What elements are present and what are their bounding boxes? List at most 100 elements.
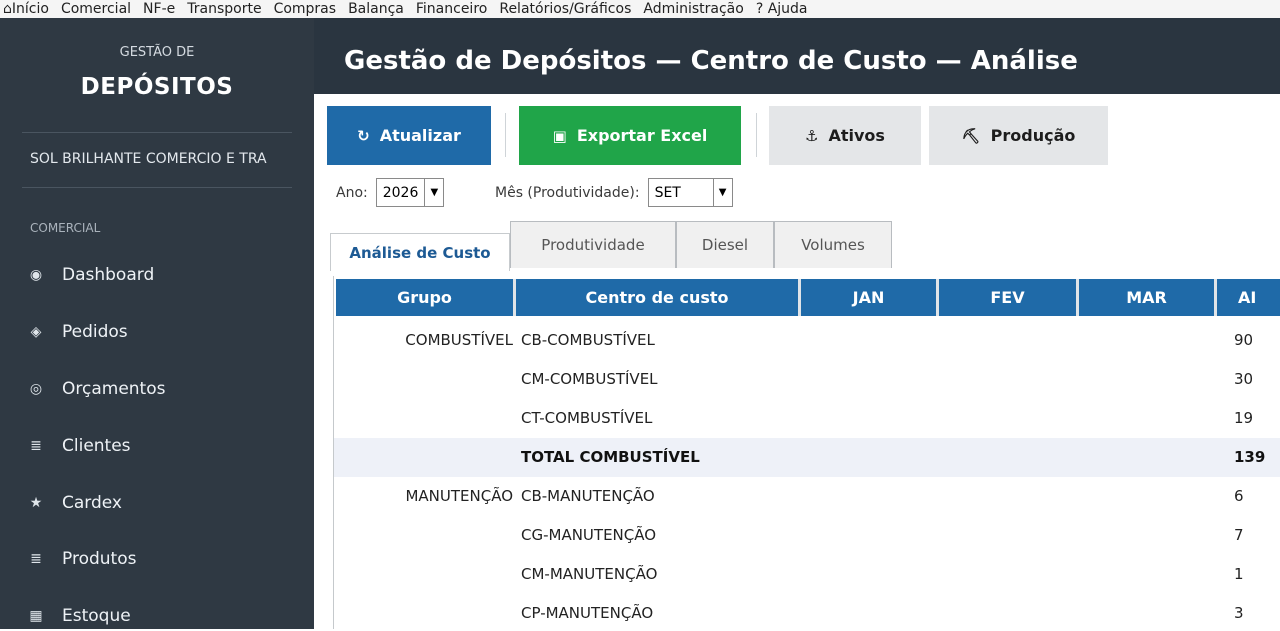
cell-centro-de-custo: CG-MANUTENÇÃO <box>521 526 657 544</box>
menu-bar: ⌂Início Comercial NF-e Transporte Compra… <box>0 0 1280 18</box>
sidebar-item-label: Cardex <box>62 493 122 513</box>
table-row[interactable]: MANUTENÇÃO CB-MANUTENÇÃO 6 <box>334 477 1280 516</box>
table-row-total[interactable]: TOTAL COMBUSTÍVEL 139 <box>334 438 1280 477</box>
cell-abr: 90 <box>1234 331 1254 349</box>
producao-button[interactable]: ⛏ Produção <box>929 106 1108 165</box>
cell-abr: 6 <box>1234 487 1244 505</box>
month-value: SET <box>654 184 681 201</box>
sidebar-title: DEPÓSITOS <box>80 74 234 100</box>
cell-centro-de-custo: CP-MANUTENÇÃO <box>521 604 654 622</box>
sidebar-item-dashboard[interactable]: ◉ Dashboard <box>26 260 154 290</box>
list-icon: ≣ <box>30 551 42 567</box>
table-row[interactable]: CM-COMBUSTÍVEL 30 <box>334 360 1280 399</box>
column-header-grupo[interactable]: Grupo <box>336 279 516 316</box>
chevron-down-icon: ▼ <box>712 179 732 206</box>
producao-label: Produção <box>990 126 1076 145</box>
cell-abr: 7 <box>1234 526 1244 544</box>
menu-administracao[interactable]: Administração <box>637 0 749 18</box>
toolbar-divider <box>505 113 506 157</box>
hammer-icon: ⛏ <box>961 126 981 145</box>
diamond-icon: ◈ <box>30 324 42 340</box>
menu-comercial[interactable]: Comercial <box>55 0 137 18</box>
column-header-centro-de-custo[interactable]: Centro de custo <box>516 279 801 316</box>
cell-centro-de-custo: CB-COMBUSTÍVEL <box>521 331 655 349</box>
cell-abr: 3 <box>1234 604 1244 622</box>
sidebar-item-clientes[interactable]: ≣ Clientes <box>26 431 131 461</box>
sidebar-item-cardex[interactable]: ★ Cardex <box>26 488 122 518</box>
sidebar-subtitle: GESTÃO DE <box>119 45 195 60</box>
month-select[interactable]: SET ▼ <box>647 178 733 207</box>
sidebar-item-orcamentos[interactable]: ◎ Orçamentos <box>26 374 166 404</box>
menu-compras[interactable]: Compras <box>268 0 343 18</box>
table-row[interactable]: CT-COMBUSTÍVEL 19 <box>334 399 1280 438</box>
menu-inicio[interactable]: ⌂Início <box>0 0 55 18</box>
menu-balanca[interactable]: Balança <box>342 0 410 18</box>
month-filter: Mês (Produtividade): SET ▼ <box>495 178 733 207</box>
table-row[interactable]: CM-MANUTENÇÃO 1 <box>334 555 1280 594</box>
sidebar-item-label: Estoque <box>62 606 131 626</box>
sidebar: GESTÃO DE DEPÓSITOS SOL BRILHANTE COMERC… <box>0 18 314 629</box>
page-title: Gestão de Depósitos — Centro de Custo — … <box>344 46 1078 76</box>
tab-volumes[interactable]: Volumes <box>774 221 892 268</box>
sidebar-item-label: Pedidos <box>62 322 128 342</box>
sidebar-item-pedidos[interactable]: ◈ Pedidos <box>26 317 128 347</box>
year-label: Ano: <box>336 184 368 201</box>
radio-icon: ◉ <box>29 267 43 283</box>
menu-transporte[interactable]: Transporte <box>181 0 267 18</box>
sidebar-section-label: COMERCIAL <box>30 221 101 235</box>
box-icon: ▦ <box>29 608 43 624</box>
excel-icon: ▣ <box>552 126 567 145</box>
tab-diesel[interactable]: Diesel <box>676 221 774 268</box>
page-header: Gestão de Depósitos — Centro de Custo — … <box>314 18 1280 94</box>
cell-grupo: MANUTENÇÃO <box>405 487 513 505</box>
sidebar-item-label: Clientes <box>62 436 131 456</box>
sidebar-item-label: Orçamentos <box>62 379 166 399</box>
year-select[interactable]: 2026 ▼ <box>375 178 445 207</box>
cell-abr: 1 <box>1234 565 1244 583</box>
sidebar-divider <box>22 187 292 188</box>
cell-centro-de-custo: CB-MANUTENÇÃO <box>521 487 655 505</box>
list-icon: ≣ <box>30 438 42 454</box>
column-header-fev[interactable]: FEV <box>939 279 1079 316</box>
star-icon: ★ <box>29 495 43 511</box>
menu-financeiro[interactable]: Financeiro <box>410 0 493 18</box>
sidebar-item-label: Produtos <box>62 549 137 569</box>
sidebar-divider <box>22 132 292 133</box>
column-header-abr[interactable]: AI <box>1217 279 1280 316</box>
export-label: Exportar Excel <box>576 126 708 145</box>
cell-centro-de-custo: TOTAL COMBUSTÍVEL <box>521 448 700 466</box>
cell-abr: 19 <box>1234 409 1254 427</box>
cell-abr: 30 <box>1234 370 1254 388</box>
tab-produtividade[interactable]: Produtividade <box>510 221 676 268</box>
sidebar-item-estoque[interactable]: ▦ Estoque <box>26 601 131 631</box>
column-header-jan[interactable]: JAN <box>801 279 939 316</box>
month-label: Mês (Produtividade): <box>495 184 640 201</box>
toolbar-divider <box>756 113 757 157</box>
cell-centro-de-custo: CT-COMBUSTÍVEL <box>521 409 653 427</box>
cell-centro-de-custo: CM-COMBUSTÍVEL <box>521 370 658 388</box>
column-header-mar[interactable]: MAR <box>1079 279 1217 316</box>
tab-analise-de-custo[interactable]: Análise de Custo <box>330 233 510 271</box>
ativos-button[interactable]: ⚓ Ativos <box>769 106 921 165</box>
cost-center-table: Grupo Centro de custo JAN FEV MAR AI COM… <box>333 276 1280 629</box>
menu-nfe[interactable]: NF-e <box>137 0 181 18</box>
cell-abr: 139 <box>1234 448 1266 466</box>
chevron-down-icon: ▼ <box>424 179 443 206</box>
company-name: SOL BRILHANTE COMERCIO E TRA <box>30 151 267 167</box>
anchor-icon: ⚓ <box>805 126 819 145</box>
table-row[interactable]: CG-MANUTENÇÃO 7 <box>334 516 1280 555</box>
table-row[interactable]: COMBUSTÍVEL CB-COMBUSTÍVEL 90 <box>334 321 1280 360</box>
refresh-label: Atualizar <box>379 126 461 145</box>
sidebar-item-produtos[interactable]: ≣ Produtos <box>26 544 136 574</box>
menu-relatorios[interactable]: Relatórios/Gráficos <box>493 0 637 18</box>
refresh-button[interactable]: ↻ Atualizar <box>327 106 491 165</box>
year-value: 2026 <box>382 184 419 201</box>
menu-ajuda[interactable]: ? Ajuda <box>750 0 814 18</box>
table-row[interactable]: CP-MANUTENÇÃO 3 <box>334 594 1280 629</box>
sidebar-item-label: Dashboard <box>62 265 155 285</box>
cell-centro-de-custo: CM-MANUTENÇÃO <box>521 565 658 583</box>
export-excel-button[interactable]: ▣ Exportar Excel <box>519 106 741 165</box>
cell-grupo: COMBUSTÍVEL <box>405 331 513 349</box>
ativos-label: Ativos <box>828 126 885 145</box>
refresh-icon: ↻ <box>357 126 370 145</box>
